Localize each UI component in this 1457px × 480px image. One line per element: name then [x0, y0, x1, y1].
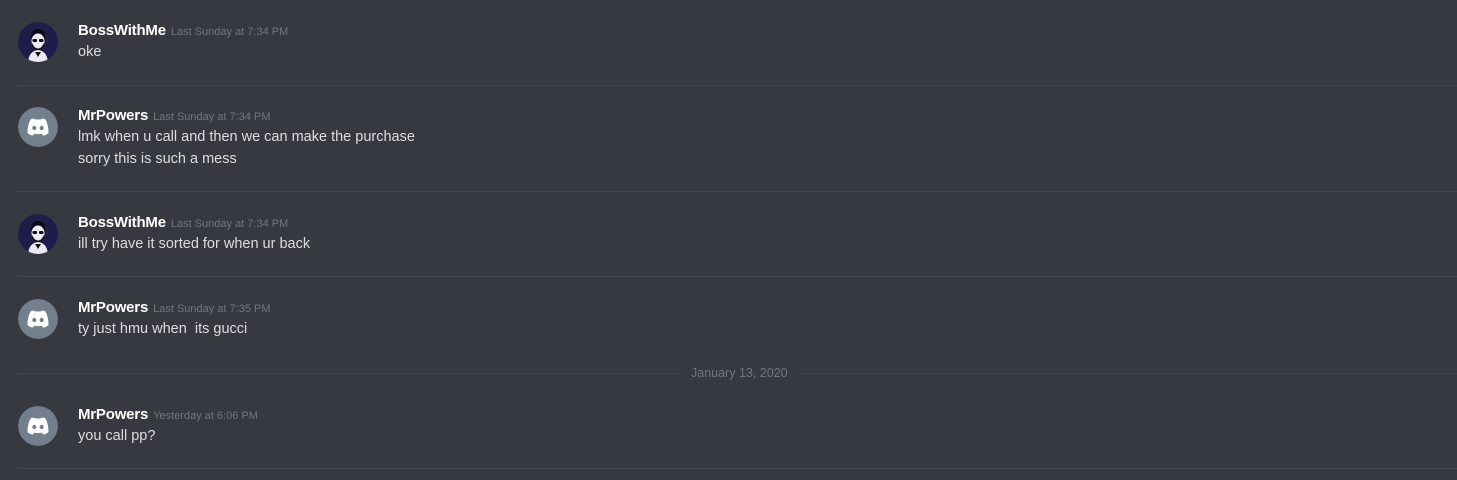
date-divider-label: January 13, 2020: [680, 366, 799, 380]
message-divider: [18, 468, 1457, 469]
username[interactable]: MrPowers: [78, 406, 148, 423]
message-divider: [18, 191, 1457, 192]
message-text: lmk when u call and then we can make the…: [78, 129, 415, 145]
timestamp[interactable]: Yesterday at 6:06 PM: [153, 410, 258, 422]
username[interactable]: MrPowers: [78, 107, 148, 124]
message-header: BossWithMe Last Sunday at 7:34 PM: [78, 214, 288, 232]
message-divider: [18, 276, 1457, 277]
boss-avatar-icon[interactable]: [18, 22, 58, 62]
discord-logo-icon[interactable]: [18, 299, 58, 339]
timestamp[interactable]: Last Sunday at 7:35 PM: [153, 303, 270, 315]
message-header: MrPowers Last Sunday at 7:34 PM: [78, 107, 271, 125]
discord-logo-icon[interactable]: [18, 107, 58, 147]
message-text: ill try have it sorted for when ur back: [78, 236, 311, 252]
timestamp[interactable]: Last Sunday at 7:34 PM: [171, 26, 288, 38]
message-text: oke: [78, 44, 102, 60]
username[interactable]: MrPowers: [78, 299, 148, 316]
timestamp[interactable]: Last Sunday at 7:34 PM: [153, 111, 270, 123]
boss-avatar-icon[interactable]: [18, 214, 58, 254]
message-header: BossWithMe Last Sunday at 7:34 PM: [78, 22, 288, 40]
timestamp[interactable]: Last Sunday at 7:34 PM: [171, 218, 288, 230]
message-header: MrPowers Last Sunday at 7:35 PM: [78, 299, 271, 317]
username[interactable]: BossWithMe: [78, 214, 166, 231]
message-text: you call pp?: [78, 428, 156, 444]
message-text: ty just hmu when its gucci: [78, 321, 248, 337]
message-header: MrPowers Yesterday at 6:06 PM: [78, 406, 258, 424]
discord-logo-icon[interactable]: [18, 406, 58, 446]
username[interactable]: BossWithMe: [78, 22, 166, 39]
message-text: sorry this is such a mess: [78, 151, 237, 167]
message-divider: [18, 85, 1457, 86]
